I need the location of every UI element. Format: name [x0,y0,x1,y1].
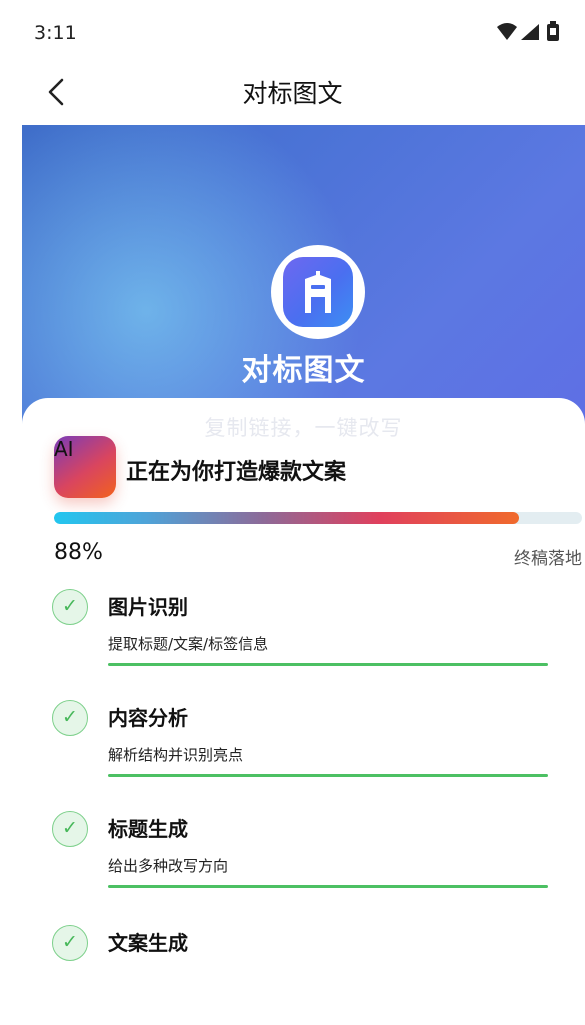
status-time: 3:11 [34,22,77,44]
check-icon: ✓ [52,700,88,736]
step-description: 提取标题/文案/标签信息 [108,635,269,653]
battery-icon [547,21,559,41]
nav-bar: 对标图文 [0,62,585,122]
hero-logo [271,245,365,339]
progress-fill [54,512,519,524]
progress-percent: 88% [54,540,103,565]
step-title: 图片识别 [108,595,188,619]
step-item: ✓ 标题生成 给出多种改写方向 [52,811,552,911]
hero-title: 对标图文 [241,353,366,388]
status-icon-group [497,21,559,41]
ai-badge: AI [54,436,116,498]
check-icon: ✓ [52,811,88,847]
progress-card: 复制链接，一键改写 AI 正在为你打造爆款文案 88% 终稿落地 ✓ 图片识别 … [22,398,585,961]
step-item: ✓ 文案生成 [52,925,552,1025]
step-title: 内容分析 [108,706,188,730]
status-icons [495,20,567,44]
hero-banner: 对标图文 [22,125,585,425]
step-item: ✓ 图片识别 提取标题/文案/标签信息 [52,589,552,689]
progress-bar [54,512,582,524]
step-title: 文案生成 [108,931,188,955]
step-title: 标题生成 [108,817,188,841]
step-complete-line [108,774,548,777]
wifi-icon [497,23,517,40]
page-title: 对标图文 [242,79,343,108]
signal-icon [521,24,539,40]
progress-stage: 终稿落地 [514,549,582,569]
ai-badge-label: AI [54,437,74,461]
status-heading: 正在为你打造爆款文案 [126,460,347,485]
check-icon: ✓ [52,589,88,625]
step-complete-line [108,885,548,888]
check-icon: ✓ [52,925,88,961]
status-bar: 3:11 [0,0,585,62]
step-item: ✓ 内容分析 解析结构并识别亮点 [52,700,552,800]
step-complete-line [108,663,548,666]
building-logo-icon [283,257,353,327]
step-description: 解析结构并识别亮点 [108,746,244,764]
step-description: 给出多种改写方向 [108,857,229,875]
